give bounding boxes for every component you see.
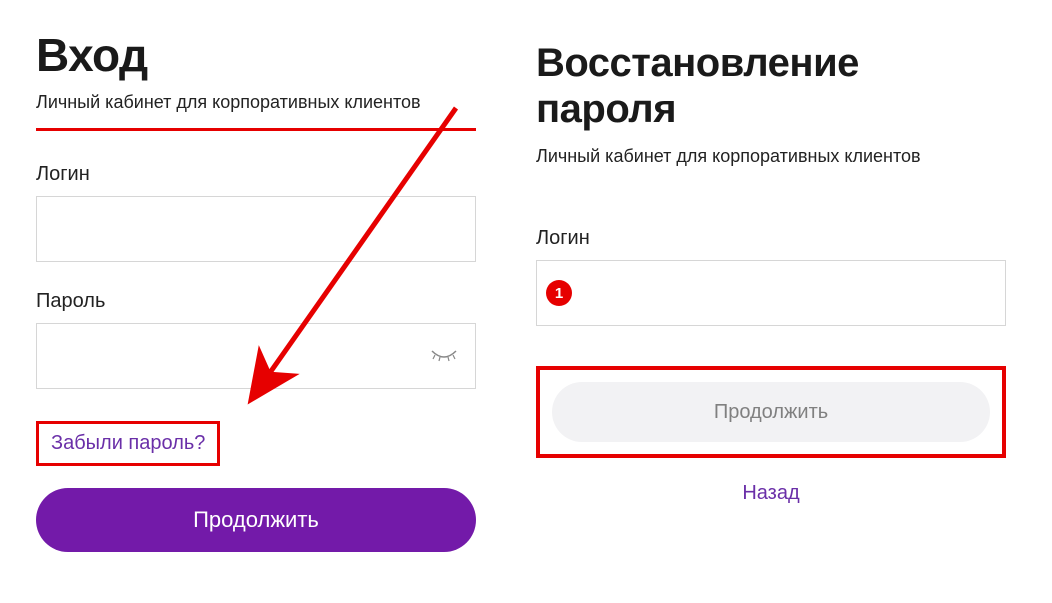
annotation-box-forgot: Забыли пароль?	[36, 421, 220, 466]
recovery-panel: Восстановление пароля Личный кабинет для…	[536, 40, 1006, 552]
recovery-login-input[interactable]	[536, 260, 1006, 326]
login-title: Вход	[36, 28, 476, 82]
back-link[interactable]: Назад	[536, 482, 1006, 505]
recovery-login-label: Логин	[536, 227, 1006, 250]
login-panel: Вход Личный кабинет для корпоративных кл…	[36, 28, 476, 552]
continue-button[interactable]: Продолжить	[36, 488, 476, 552]
eye-closed-icon[interactable]	[430, 343, 458, 369]
login-subtitle: Личный кабинет для корпоративных клиенто…	[36, 92, 476, 113]
forgot-password-link[interactable]: Забыли пароль?	[41, 426, 215, 461]
annotation-underline	[36, 128, 476, 131]
annotation-box-continue: Продолжить	[536, 366, 1006, 458]
recovery-subtitle: Личный кабинет для корпоративных клиенто…	[536, 146, 1006, 167]
login-input[interactable]	[36, 196, 476, 262]
annotation-badge: 1	[546, 280, 572, 306]
recovery-continue-button[interactable]: Продолжить	[552, 382, 990, 442]
password-label: Пароль	[36, 290, 476, 313]
password-input[interactable]	[36, 323, 476, 389]
recovery-title: Восстановление пароля	[536, 40, 1006, 132]
login-label: Логин	[36, 163, 476, 186]
